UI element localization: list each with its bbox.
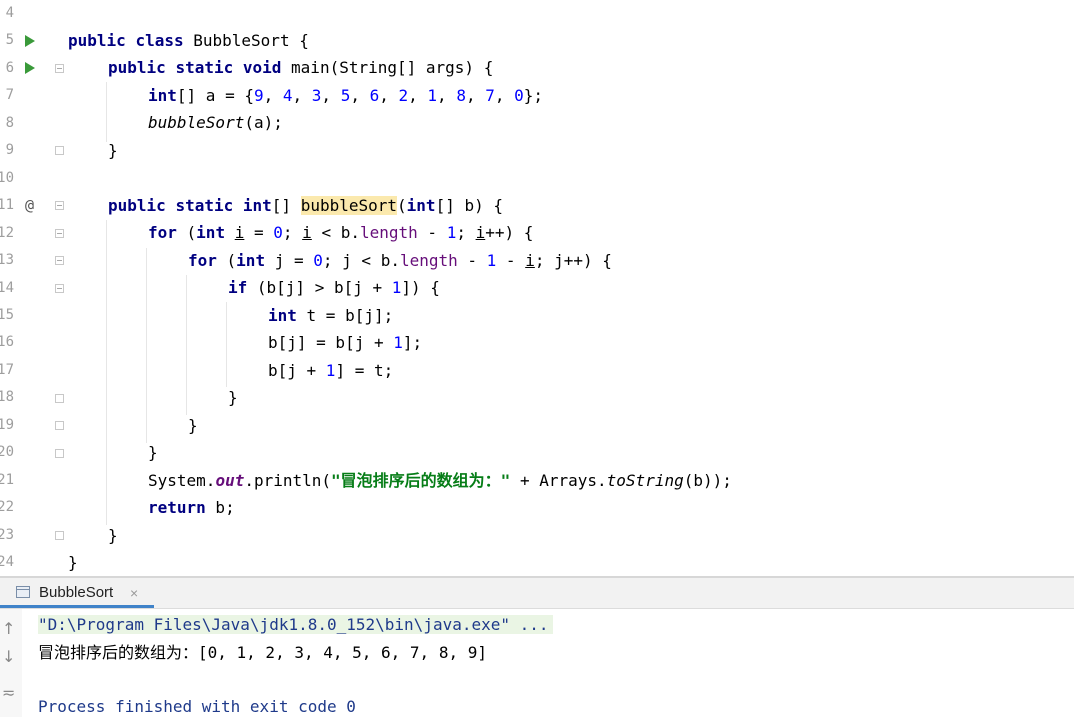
console-output[interactable]: ↑ ↓ ≂ "D:\Program Files\Java\jdk1.8.0_15… (0, 609, 1074, 717)
line-number: 9 (5, 142, 14, 159)
console-toolbar: ↑ ↓ ≂ (0, 609, 22, 717)
code-line-23: } (108, 526, 118, 545)
line-number: 23 (0, 526, 14, 543)
indent-guide (146, 248, 147, 443)
code-line-11: public static int[] bubbleSort(int[] b) … (108, 196, 503, 215)
code-line-20: } (148, 443, 158, 462)
indent-guide (106, 220, 107, 525)
code-line-13: for (int j = 0; j < b.length - 1 - i; j+… (188, 251, 612, 270)
code-editor[interactable]: 4 5 6 7 8 9 10 11 12 13 14 15 16 17 18 19 20 21 22 23 24 @ p… (0, 0, 1074, 576)
code-line-6: public static void main(String[] args) { (108, 58, 494, 77)
fold-end-icon[interactable] (55, 146, 64, 155)
run-main-icon[interactable] (25, 62, 35, 74)
code-line-14: if (b[j] > b[j + 1]) { (228, 278, 440, 297)
line-number: 12 (0, 224, 14, 241)
fold-icon[interactable] (55, 256, 64, 265)
fold-end-icon[interactable] (55, 394, 64, 403)
line-number: 17 (0, 361, 14, 378)
run-class-icon[interactable] (25, 35, 35, 47)
line-number: 6 (5, 59, 14, 76)
line-number: 22 (0, 499, 14, 516)
method-highlight: bubbleSort (300, 196, 398, 215)
fold-icon[interactable] (55, 284, 64, 293)
line-number: 11 (0, 197, 14, 214)
code-line-22: return b; (148, 498, 235, 517)
code-line-16: b[j] = b[j + 1]; (268, 333, 423, 352)
line-number: 14 (0, 279, 14, 296)
line-number: 15 (0, 306, 14, 323)
line-number: 10 (0, 169, 14, 186)
fold-end-icon[interactable] (55, 421, 64, 430)
indent-guide (106, 82, 107, 142)
code-line-24: } (68, 553, 78, 572)
run-tab[interactable]: BubbleSort × (0, 578, 154, 608)
override-icon[interactable]: @ (25, 192, 34, 219)
console-output-line: 冒泡排序后的数组为：[0, 1, 2, 3, 4, 5, 6, 7, 8, 9] (38, 643, 487, 662)
scroll-up-icon[interactable]: ↑ (2, 619, 15, 638)
line-number: 5 (5, 32, 14, 49)
code-line-7: int[] a = {9, 4, 3, 5, 6, 2, 1, 8, 7, 0}… (148, 86, 544, 105)
scroll-down-icon[interactable]: ↓ (2, 647, 15, 666)
line-number: 18 (0, 389, 14, 406)
line-number: 8 (5, 114, 14, 131)
line-number: 19 (0, 416, 14, 433)
indent-guide (186, 275, 187, 415)
code-line-21: System.out.println("冒泡排序后的数组为：" + Arrays… (148, 471, 732, 490)
line-number: 24 (0, 554, 14, 570)
code-line-18: } (228, 388, 238, 407)
code-line-17: b[j + 1] = t; (268, 361, 394, 380)
fold-icon[interactable] (55, 64, 64, 73)
fold-icon[interactable] (55, 201, 64, 210)
console-exit-line: Process finished with exit code 0 (38, 697, 356, 716)
fold-end-icon[interactable] (55, 449, 64, 458)
code-line-12: for (int i = 0; i < b.length - 1; i++) { (148, 223, 534, 242)
line-number: 7 (5, 87, 14, 104)
line-number: 20 (0, 444, 14, 461)
code-line-5: public class BubbleSort { (68, 31, 309, 50)
code-line-8: bubbleSort(a); (148, 113, 283, 132)
line-number: 16 (0, 334, 14, 351)
code-line-15: int t = b[j]; (268, 306, 394, 325)
console-window-icon (16, 586, 30, 598)
line-number: 21 (0, 471, 14, 488)
run-tool-window-header: BubbleSort × (0, 578, 1074, 609)
indent-guide (226, 302, 227, 387)
code-line-9: } (108, 141, 118, 160)
line-number: 13 (0, 252, 14, 269)
code-line-19: } (188, 416, 198, 435)
run-tab-label: BubbleSort (39, 584, 114, 601)
line-number: 4 (5, 5, 14, 21)
editor-gutter: 4 5 6 7 8 9 10 11 12 13 14 15 16 17 18 19 20 21 22 23 24 @ (0, 0, 64, 576)
fold-end-icon[interactable] (55, 531, 64, 540)
fold-icon[interactable] (55, 229, 64, 238)
close-icon[interactable]: × (130, 578, 138, 608)
console-command-line[interactable]: "D:\Program Files\Java\jdk1.8.0_152\bin\… (38, 615, 553, 634)
soft-wrap-icon[interactable]: ≂ (2, 683, 15, 702)
